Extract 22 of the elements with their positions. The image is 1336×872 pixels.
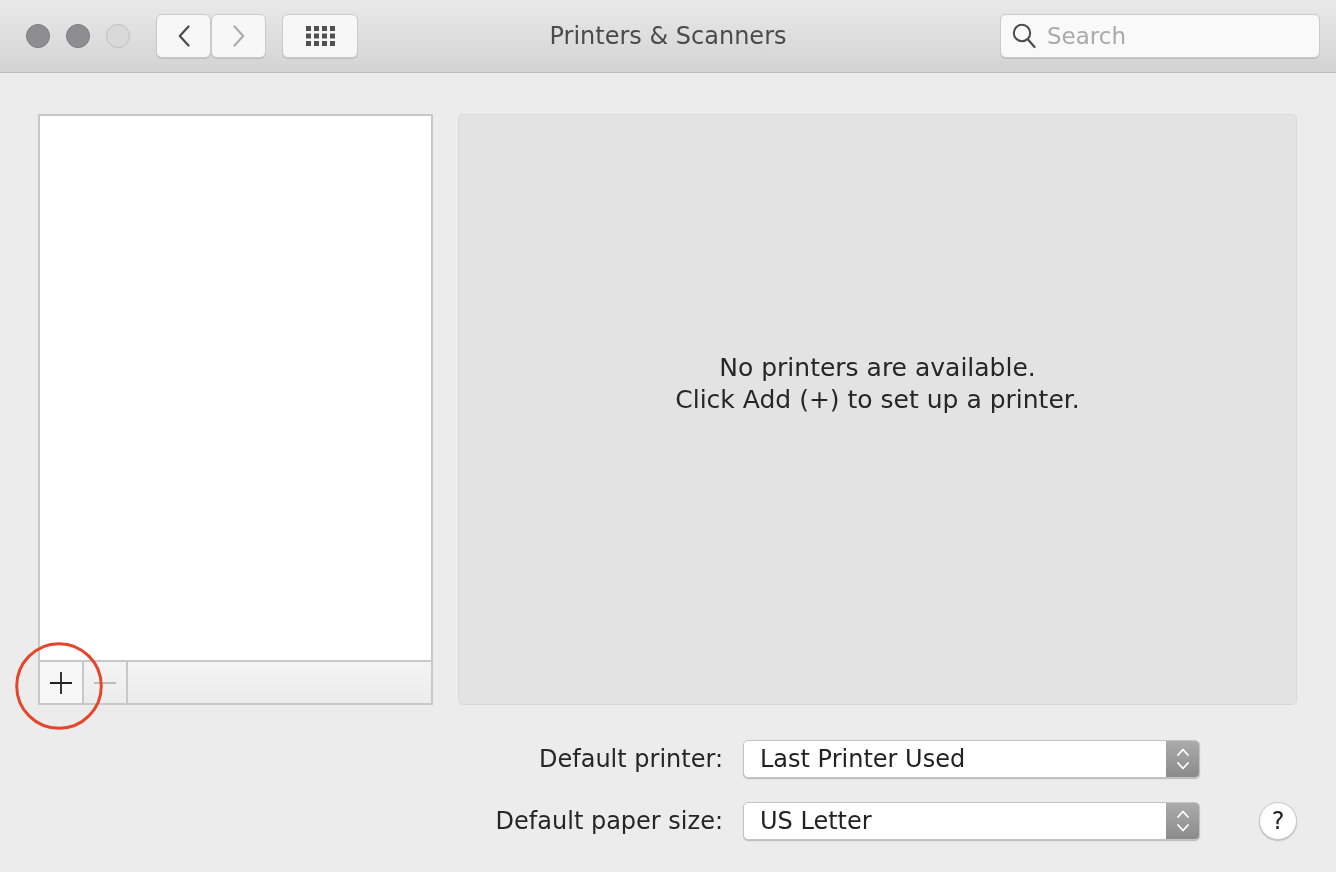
popup-menu[interactable]: US Letter — [743, 802, 1200, 840]
show-all-button[interactable] — [282, 14, 358, 58]
search-icon — [1012, 23, 1036, 49]
close-button[interactable] — [26, 24, 50, 48]
window-title: Printers & Scanners — [548, 22, 788, 50]
field-label: Default paper size: — [494, 807, 724, 835]
minus-icon — [94, 681, 116, 684]
chevron-up-down-icon — [1175, 746, 1190, 772]
chevron-up-down-icon — [1175, 808, 1190, 834]
popup-menu[interactable]: Last Printer Used — [743, 740, 1200, 778]
add-button[interactable] — [40, 662, 84, 703]
field-label: Default printer: — [538, 745, 724, 773]
back-button[interactable] — [156, 14, 211, 58]
chevron-left-icon — [177, 25, 190, 47]
empty-state-text: Click Add (+) to set up a printer. — [675, 383, 1080, 416]
grid-icon — [305, 26, 335, 46]
empty-state-text: No printers are available. — [718, 351, 1037, 384]
plus-icon — [50, 671, 72, 694]
chevron-right-icon — [232, 25, 245, 47]
help-button[interactable]: ? — [1259, 802, 1297, 840]
minimize-button[interactable] — [66, 24, 90, 48]
search-field[interactable]: Search — [1000, 14, 1320, 58]
